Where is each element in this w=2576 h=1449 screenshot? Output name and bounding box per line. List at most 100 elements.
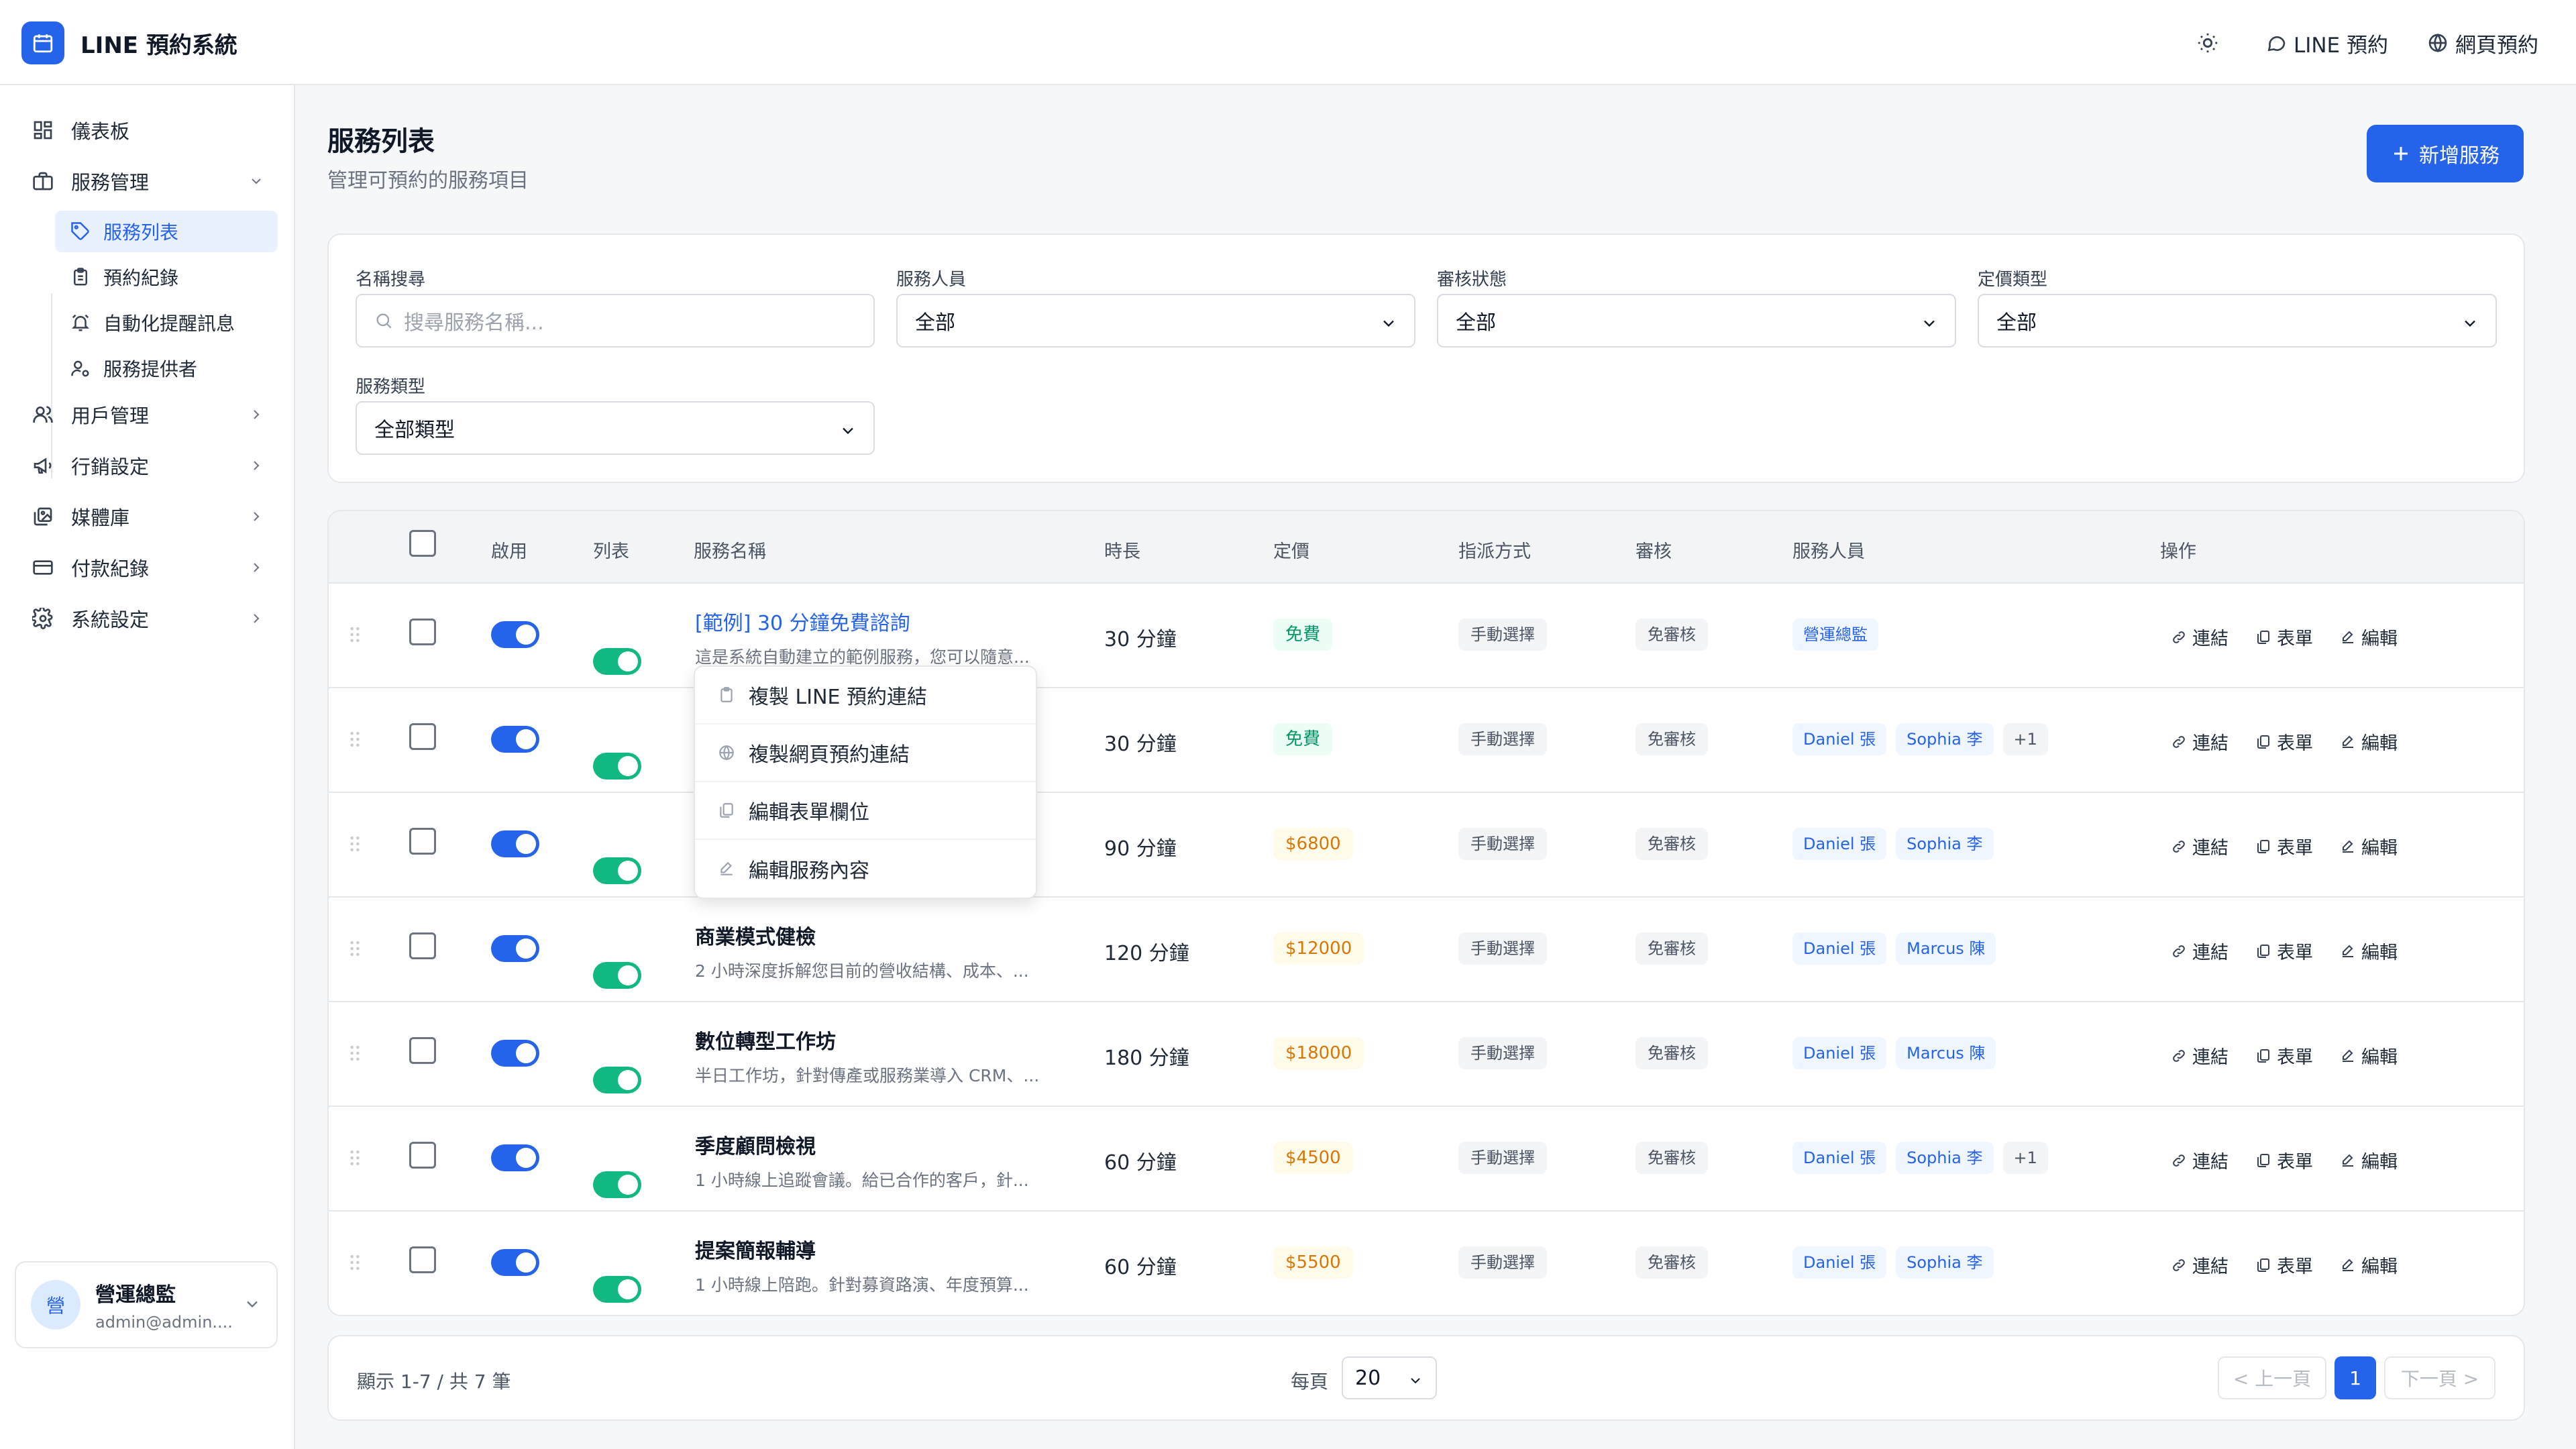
- sidebar-item-payments[interactable]: 付款紀錄: [30, 546, 271, 589]
- sidebar-item-auto-reminders[interactable]: 自動化提醒訊息: [55, 302, 278, 343]
- sidebar-item-dashboard[interactable]: 儀表板: [30, 109, 271, 152]
- form-action[interactable]: 表單: [2255, 938, 2313, 964]
- sidebar-item-service-mgmt[interactable]: 服務管理: [30, 160, 271, 203]
- sidebar-item-media[interactable]: 媒體庫: [30, 495, 271, 538]
- table-row[interactable]: ...90 分鐘$6800手動選擇免審核Daniel 張Sophia 李連結表單…: [329, 793, 2524, 898]
- edit-action[interactable]: 編輯: [2340, 1147, 2398, 1173]
- select-all-checkbox[interactable]: [409, 530, 436, 557]
- type-select[interactable]: 全部類型: [356, 401, 875, 455]
- megaphone-icon: [30, 452, 56, 479]
- row-checkbox[interactable]: [409, 1037, 436, 1064]
- link-action[interactable]: 連結: [2171, 833, 2229, 859]
- assign-badge: 手動選擇: [1458, 723, 1547, 755]
- price-badge: 免費: [1273, 619, 1333, 651]
- sidebar-item-service-list[interactable]: 服務列表: [55, 211, 278, 252]
- drag-handle-icon[interactable]: [349, 1148, 361, 1170]
- table-row[interactable]: 季度顧問檢視 1 小時線上追蹤會議。給已合作的客戶，針... 60 分鐘 $4500 手…: [329, 1107, 2524, 1212]
- listed-toggle[interactable]: [593, 1067, 641, 1093]
- sidebar-item-user-mgmt[interactable]: 用戶管理: [30, 393, 271, 436]
- staff-chip: Daniel 張: [1792, 723, 1887, 755]
- enabled-toggle[interactable]: [491, 726, 539, 753]
- table-row[interactable]: 數位轉型工作坊 半日工作坊，針對傳產或服務業導入 CRM、... 180 分鐘 $18…: [329, 1002, 2524, 1107]
- edit-action[interactable]: 編輯: [2340, 729, 2398, 755]
- name-search-input[interactable]: 搜尋服務名稱...: [356, 294, 875, 347]
- sidebar-item-booking-records[interactable]: 預約紀錄: [55, 256, 278, 298]
- form-action[interactable]: 表單: [2255, 1147, 2313, 1173]
- edit-form-fields-item[interactable]: 編輯表單欄位: [695, 782, 1036, 840]
- staff-chip: Daniel 張: [1792, 1142, 1887, 1174]
- listed-toggle[interactable]: [593, 962, 641, 989]
- enabled-toggle[interactable]: [491, 830, 539, 857]
- edit-icon: [2343, 1154, 2353, 1167]
- row-checkbox[interactable]: [409, 619, 436, 645]
- theme-toggle-button[interactable]: [2189, 24, 2226, 62]
- staff-chip: Daniel 張: [1792, 1037, 1887, 1069]
- sidebar-item-marketing[interactable]: 行銷設定: [30, 444, 271, 487]
- edit-action[interactable]: 編輯: [2340, 1042, 2398, 1069]
- drag-handle-icon[interactable]: [349, 939, 361, 961]
- edit-action[interactable]: 編輯: [2340, 624, 2398, 650]
- chevron-down-icon: [1383, 320, 1394, 327]
- table-row[interactable]: 30 分鐘 免費 手動選擇 免審核 Daniel 張 Sophia 李 +1 連結 表單 編輯: [329, 688, 2524, 793]
- link-action[interactable]: 連結: [2171, 1252, 2229, 1278]
- listed-toggle[interactable]: [593, 753, 641, 780]
- prev-page-button[interactable]: < 上一頁: [2218, 1356, 2326, 1399]
- enabled-toggle[interactable]: [491, 1144, 539, 1171]
- web-booking-link[interactable]: 網頁預約: [2427, 28, 2538, 58]
- drag-handle-icon[interactable]: [349, 625, 361, 647]
- user-menu[interactable]: 營 營運總監 admin@admin....: [15, 1261, 278, 1348]
- edit-action[interactable]: 編輯: [2340, 1252, 2398, 1278]
- review-select[interactable]: 全部: [1437, 294, 1956, 347]
- link-action[interactable]: 連結: [2171, 938, 2229, 964]
- form-action[interactable]: 表單: [2255, 833, 2313, 859]
- drag-handle-icon[interactable]: [349, 1253, 361, 1275]
- edit-service-item[interactable]: 編輯服務內容: [695, 840, 1036, 898]
- listed-toggle[interactable]: [593, 857, 641, 884]
- enabled-toggle[interactable]: [491, 1040, 539, 1067]
- table-row[interactable]: [範例] 30 分鐘免費諮詢 這是系統自動建立的範例服務，您可以隨意... 30 分…: [329, 584, 2524, 688]
- copy-web-link-item[interactable]: 複製網頁預約連結: [695, 724, 1036, 782]
- row-checkbox[interactable]: [409, 1142, 436, 1169]
- add-service-button[interactable]: 新增服務: [2367, 125, 2524, 182]
- listed-toggle[interactable]: [593, 648, 641, 675]
- row-checkbox[interactable]: [409, 828, 436, 855]
- per-page-select[interactable]: 20: [1342, 1356, 1437, 1399]
- link-action[interactable]: 連結: [2171, 1147, 2229, 1173]
- form-action[interactable]: 表單: [2255, 624, 2313, 650]
- link-action[interactable]: 連結: [2171, 729, 2229, 755]
- form-action[interactable]: 表單: [2255, 729, 2313, 755]
- link-action[interactable]: 連結: [2171, 624, 2229, 650]
- search-icon: [376, 313, 392, 329]
- row-checkbox[interactable]: [409, 1246, 436, 1273]
- form-action[interactable]: 表單: [2255, 1252, 2313, 1278]
- filter-panel: 名稱搜尋 搜尋服務名稱... 服務人員 全部 審核狀態 全部 定價類型 全部 服…: [327, 233, 2525, 483]
- line-booking-link[interactable]: LINE 預約: [2265, 28, 2388, 58]
- drag-handle-icon[interactable]: [349, 1044, 361, 1065]
- brand[interactable]: LINE 預約系統: [21, 21, 237, 64]
- service-name[interactable]: [範例] 30 分鐘免費諮詢: [695, 606, 1051, 636]
- row-checkbox[interactable]: [409, 723, 436, 750]
- row-checkbox[interactable]: [409, 932, 436, 959]
- next-page-button[interactable]: 下一頁 >: [2384, 1356, 2496, 1399]
- pricing-select[interactable]: 全部: [1978, 294, 2497, 347]
- staff-select[interactable]: 全部: [896, 294, 1415, 347]
- drag-handle-icon[interactable]: [349, 835, 361, 856]
- link-action[interactable]: 連結: [2171, 1042, 2229, 1069]
- staff-chip: 營運總監: [1792, 619, 1878, 651]
- copy-line-link-item[interactable]: 複製 LINE 預約連結: [695, 667, 1036, 724]
- sidebar-item-settings[interactable]: 系統設定: [30, 597, 271, 640]
- page-1-button[interactable]: 1: [2334, 1356, 2376, 1399]
- enabled-toggle[interactable]: [491, 1249, 539, 1276]
- review-badge: 免審核: [1635, 619, 1708, 651]
- sidebar-item-providers[interactable]: 服務提供者: [55, 347, 278, 389]
- edit-action[interactable]: 編輯: [2340, 938, 2398, 964]
- table-row[interactable]: 提案簡報輔導 1 小時線上陪跑。針對募資路演、年度預算... 60 分鐘 $5500 手…: [329, 1212, 2524, 1315]
- table-row[interactable]: 商業模式健檢 2 小時深度拆解您目前的營收結構、成本、... 120 分鐘 $1200…: [329, 898, 2524, 1002]
- enabled-toggle[interactable]: [491, 621, 539, 648]
- listed-toggle[interactable]: [593, 1276, 641, 1303]
- enabled-toggle[interactable]: [491, 935, 539, 962]
- listed-toggle[interactable]: [593, 1171, 641, 1198]
- edit-action[interactable]: 編輯: [2340, 833, 2398, 859]
- drag-handle-icon[interactable]: [349, 730, 361, 751]
- form-action[interactable]: 表單: [2255, 1042, 2313, 1069]
